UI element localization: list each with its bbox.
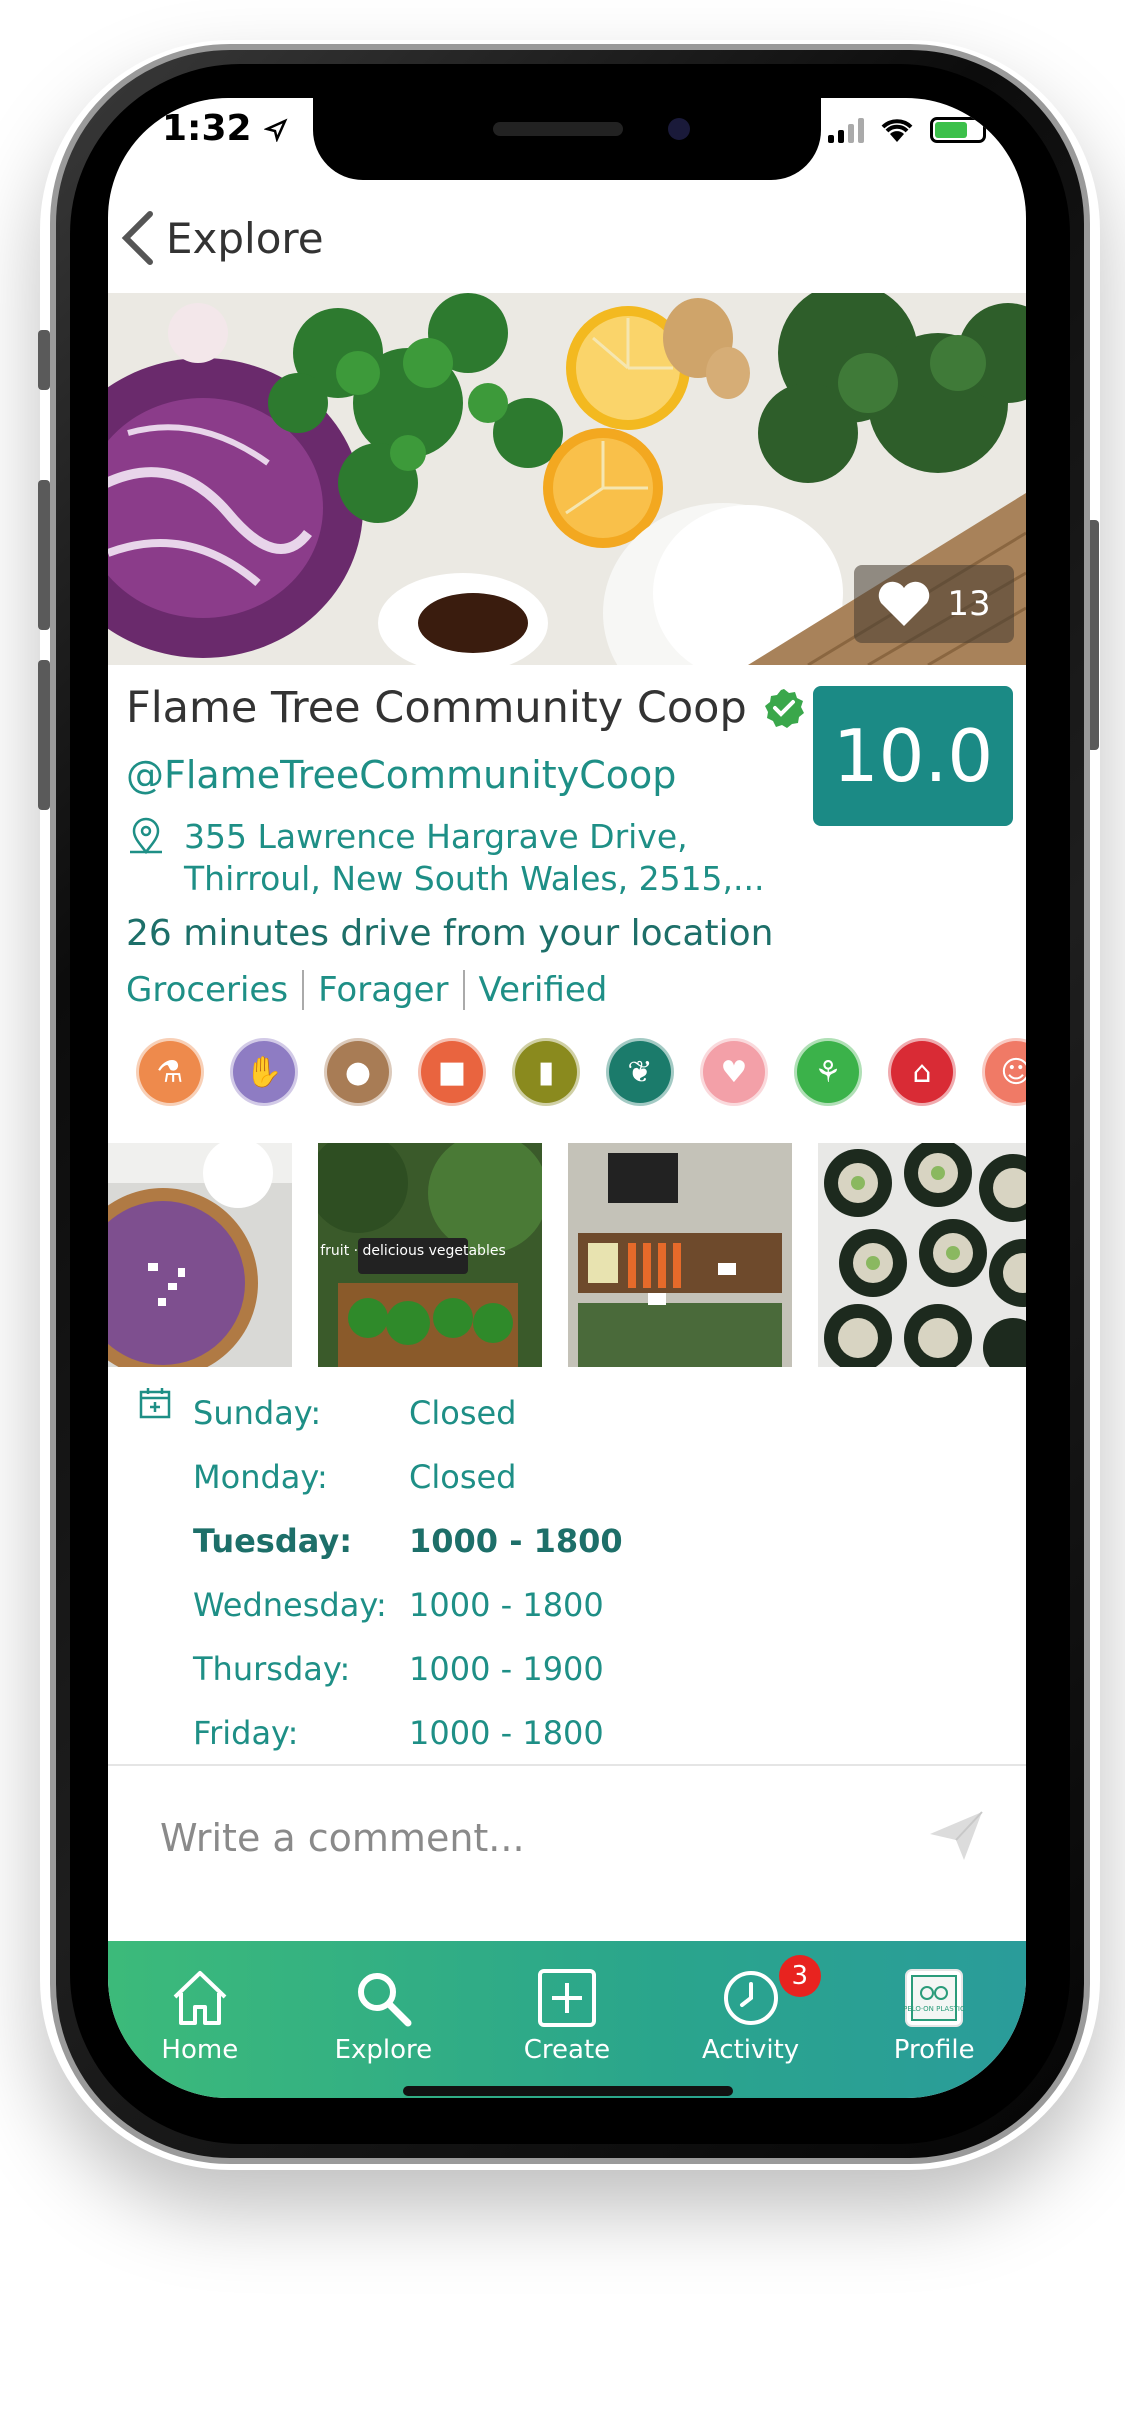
volume-up-button	[38, 480, 50, 630]
app-screen: 1:32 Explore 13 Flame Tree Community Coo…	[108, 98, 1026, 2098]
tab-activity-label: Activity	[701, 2035, 800, 2065]
tab-activity[interactable]: 3 Activity	[659, 1941, 843, 2098]
cellular-signal-icon	[828, 117, 864, 143]
bread-icon[interactable]: ■	[418, 1038, 486, 1106]
handshake-icon[interactable]: ✋	[230, 1038, 298, 1106]
battery-icon	[930, 117, 986, 143]
send-icon	[930, 1811, 983, 1860]
opening-hours: Sunday: Closed Monday: Closed Tuesday: 1000…	[193, 1381, 793, 1764]
jar-icon[interactable]: ▮	[512, 1038, 580, 1106]
hero-image: 13	[108, 293, 1026, 665]
chevron-left-icon	[121, 211, 153, 265]
chef-icon[interactable]: ☺	[982, 1038, 1026, 1106]
back-label: Explore	[166, 213, 324, 263]
tag-verified[interactable]: Verified	[479, 970, 608, 1010]
activity-badge: 3	[778, 1955, 821, 1997]
home-indicator	[403, 2086, 733, 2096]
shop-handle-link[interactable]: @FlameTreeCommunityCoop	[126, 753, 676, 797]
hours-row: Friday: 1000 - 1800	[193, 1701, 793, 1764]
vegetables-icon[interactable]: ⚘	[794, 1038, 862, 1106]
mute-switch	[38, 330, 50, 390]
verified-badge-icon	[764, 689, 804, 728]
category-icon-row: ⚗ ✋ ● ■ ▮ ❦ ♥ ⚘ ⌂ ☺	[136, 1038, 1026, 1106]
tab-create-label: Create	[523, 2035, 611, 2065]
flask-icon[interactable]: ⚗	[136, 1038, 204, 1106]
tab-create[interactable]: Create	[475, 1941, 659, 2098]
status-time: 1:32	[162, 108, 288, 149]
photo-thumbnail[interactable]	[818, 1143, 1026, 1367]
cow-icon[interactable]: ●	[324, 1038, 392, 1106]
tab-profile-label: Profile	[893, 2035, 975, 2065]
comment-input[interactable]	[160, 1798, 900, 1878]
hours-time: 1000 - 1800	[409, 1714, 604, 1752]
tab-profile[interactable]: PELO·ON PLASTIC Profile	[842, 1941, 1026, 2098]
photo-thumbnail[interactable]: fruit · delicious vegetables	[318, 1143, 542, 1367]
photo-thumbnail[interactable]	[108, 1143, 292, 1367]
hours-time: 1000 - 1900	[409, 1650, 604, 1688]
like-button[interactable]: 13	[854, 565, 1014, 643]
like-count: 13	[947, 584, 991, 624]
map-pin-icon	[130, 817, 162, 855]
shop-address[interactable]: 355 Lawrence Hargrave Drive, Thirroul, N…	[126, 816, 765, 900]
volume-down-button	[38, 660, 50, 810]
comment-divider	[108, 1764, 1026, 1766]
status-bar: 1:32	[108, 98, 1026, 178]
tag-groceries[interactable]: Groceries	[126, 970, 288, 1010]
hours-day: Thursday:	[193, 1650, 351, 1688]
location-arrow-icon	[263, 118, 288, 143]
plus-square-icon	[537, 1969, 596, 2027]
hours-time: Closed	[409, 1394, 517, 1432]
tab-explore-label: Explore	[334, 2035, 433, 2065]
hours-day: Friday:	[193, 1714, 299, 1752]
tab-explore[interactable]: Explore	[292, 1941, 476, 2098]
tab-home[interactable]: Home	[108, 1941, 292, 2098]
hours-time: 1000 - 1800	[409, 1522, 623, 1560]
produce-icon[interactable]: ❦	[606, 1038, 674, 1106]
clock-icon	[723, 1971, 778, 2025]
hours-row: Wednesday: 1000 - 1800	[193, 1573, 793, 1637]
tab-bar: Home Explore Create 3 Activity PELO·ON P…	[108, 1941, 1026, 2098]
back-button[interactable]: Explore	[120, 198, 324, 278]
tag-forager[interactable]: Forager	[318, 970, 448, 1010]
barn-icon[interactable]: ⌂	[888, 1038, 956, 1106]
tag-divider	[302, 970, 305, 1010]
profile-logo-text: PELO·ON PLASTIC	[903, 2005, 965, 2013]
hours-day: Wednesday:	[193, 1586, 387, 1624]
send-button[interactable]	[928, 1810, 984, 1866]
photo-thumbnail[interactable]	[568, 1143, 792, 1367]
address-line-1: 355 Lawrence Hargrave Drive,	[184, 817, 688, 856]
fruit-sign-text: fruit · delicious vegetables	[320, 1243, 506, 1259]
hours-day: Sunday:	[193, 1394, 322, 1432]
tag-divider	[462, 970, 465, 1010]
heart-icon	[879, 581, 930, 626]
hours-row: Thursday: 1000 - 1900	[193, 1637, 793, 1701]
heart-hand-icon[interactable]: ♥	[700, 1038, 768, 1106]
profile-avatar-icon: PELO·ON PLASTIC	[903, 1969, 965, 2027]
calendar-icon	[139, 1388, 171, 1419]
address-line-2: Thirroul, New South Wales, 2515,...	[184, 859, 765, 898]
shop-tags: Groceries Forager Verified	[126, 970, 607, 1010]
hours-row: Sunday: Closed	[193, 1381, 793, 1445]
hours-row-today: Tuesday: 1000 - 1800	[193, 1509, 793, 1573]
drive-time: 26 minutes drive from your location	[126, 913, 774, 954]
score-badge: 10.0	[813, 686, 1013, 826]
hours-day: Tuesday:	[193, 1522, 353, 1560]
tab-home-label: Home	[161, 2035, 239, 2065]
hours-time: Closed	[409, 1458, 517, 1496]
hours-time: 1000 - 1800	[409, 1586, 604, 1624]
photo-strip: fruit · delicious vegetables	[108, 1143, 1026, 1367]
hours-day: Monday:	[193, 1458, 328, 1496]
wifi-icon	[881, 119, 913, 142]
home-icon	[173, 1971, 227, 2025]
search-icon	[358, 1973, 412, 2027]
hours-row: Monday: Closed	[193, 1445, 793, 1509]
shop-name: Flame Tree Community Coop	[126, 683, 747, 733]
